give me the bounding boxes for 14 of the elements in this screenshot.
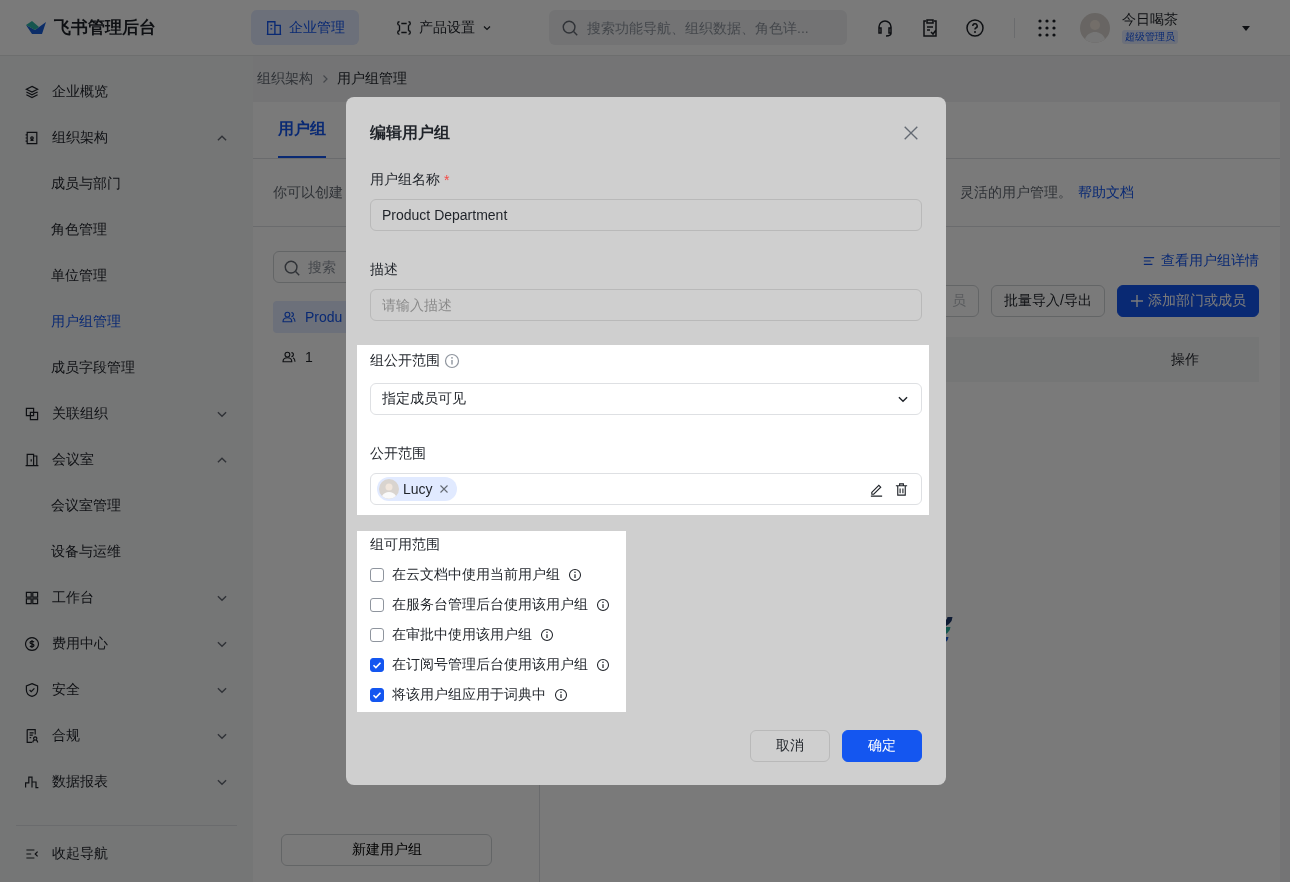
column-header: 操作	[1171, 350, 1199, 369]
dialog-title: 编辑用户组	[370, 122, 450, 143]
role-tag: 超级管理员	[1122, 30, 1178, 44]
required-mark: *	[444, 172, 450, 188]
field-label: 描述	[370, 260, 399, 279]
field-label: 组可用范围	[370, 535, 441, 554]
field-label: 组公开范围	[370, 352, 440, 370]
intro-text: 灵活的用户管理。	[960, 183, 1072, 202]
breadcrumb-item: 用户组管理	[337, 70, 407, 88]
intro-text: 你可以创建	[273, 183, 343, 202]
field-label: 用户组名称	[370, 171, 440, 189]
app-title: 飞书管理后台	[54, 17, 156, 39]
user-name: 今日喝茶	[1122, 11, 1178, 29]
field-label: 公开范围	[370, 444, 427, 463]
